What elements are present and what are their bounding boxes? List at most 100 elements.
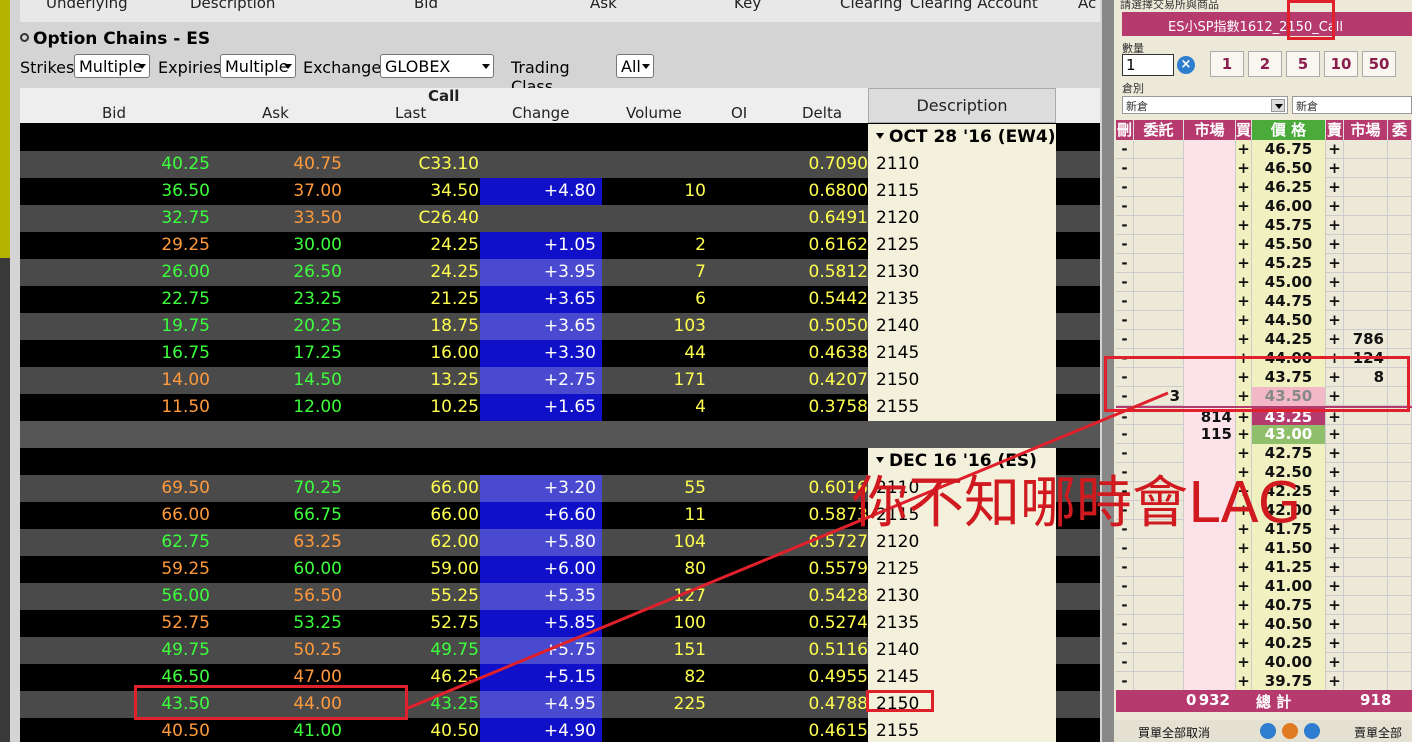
- price-cell[interactable]: 41.50: [1252, 539, 1326, 558]
- price-cell[interactable]: 40.75: [1252, 596, 1326, 615]
- delete-button[interactable]: -: [1116, 330, 1134, 349]
- ladder-row[interactable]: - +39.75 +: [1116, 672, 1412, 691]
- ladder-row[interactable]: - +40.50 +: [1116, 615, 1412, 634]
- strike-cell[interactable]: 2115: [868, 178, 1056, 205]
- top-column-header[interactable]: Underlying: [46, 0, 128, 12]
- strike-cell[interactable]: 2140: [868, 313, 1056, 340]
- sell-button[interactable]: +: [1326, 178, 1344, 197]
- ladder-row[interactable]: - +40.75 +: [1116, 596, 1412, 615]
- cancel-sell-all-button[interactable]: 賣單全部: [1354, 724, 1402, 741]
- sell-order-cell[interactable]: [1388, 159, 1412, 178]
- volume-header[interactable]: Volume: [626, 104, 682, 122]
- sell-order-cell[interactable]: [1388, 178, 1412, 197]
- buy-button[interactable]: +: [1236, 539, 1252, 558]
- delete-button[interactable]: -: [1116, 311, 1134, 330]
- sell-button[interactable]: +: [1326, 425, 1344, 444]
- ladder-row[interactable]: - +46.50 +: [1116, 159, 1412, 178]
- ladder-row[interactable]: - +46.75 +: [1116, 140, 1412, 159]
- option-chains-title[interactable]: Option Chains - ES: [20, 29, 210, 49]
- sell-order-cell[interactable]: [1388, 216, 1412, 235]
- strike-cell[interactable]: 2145: [868, 664, 1056, 691]
- sell-order-cell[interactable]: [1388, 615, 1412, 634]
- price-cell[interactable]: 41.25: [1252, 558, 1326, 577]
- table-row[interactable]: 16.75 17.25 16.00 +3.30 44 0.4638: [20, 340, 868, 367]
- table-row[interactable]: 40.50 41.00 40.50 +4.90 0.4615: [20, 718, 868, 742]
- buy-order-cell[interactable]: [1134, 330, 1184, 349]
- category-select[interactable]: 新倉: [1122, 96, 1288, 114]
- price-cell[interactable]: 40.25: [1252, 634, 1326, 653]
- ladder-row[interactable]: - +41.00 +: [1116, 577, 1412, 596]
- ladder-row[interactable]: - +44.75 +: [1116, 292, 1412, 311]
- sell-button[interactable]: +: [1326, 273, 1344, 292]
- strikes-select[interactable]: Multiple: [74, 54, 150, 78]
- buy-button[interactable]: +: [1236, 216, 1252, 235]
- buy-order-cell[interactable]: [1134, 539, 1184, 558]
- sell-button[interactable]: +: [1326, 558, 1344, 577]
- sell-button[interactable]: +: [1326, 330, 1344, 349]
- ladder-row[interactable]: - +40.25 +: [1116, 634, 1412, 653]
- sell-order-cell[interactable]: [1388, 197, 1412, 216]
- ladder-row[interactable]: - +45.50 +: [1116, 235, 1412, 254]
- sell-button[interactable]: +: [1326, 463, 1344, 482]
- table-row[interactable]: 26.00 26.50 24.25 +3.95 7 0.5812: [20, 259, 868, 286]
- sell-button[interactable]: +: [1326, 311, 1344, 330]
- collapse-icon[interactable]: [20, 33, 29, 42]
- ladder-row[interactable]: - +41.50 +: [1116, 539, 1412, 558]
- table-row[interactable]: 32.75 33.50 C26.40 0.6491: [20, 205, 868, 232]
- sell-order-cell[interactable]: [1388, 520, 1412, 539]
- sell-order-cell[interactable]: [1388, 273, 1412, 292]
- sell-order-cell[interactable]: [1388, 672, 1412, 691]
- price-cell[interactable]: 41.00: [1252, 577, 1326, 596]
- price-cell[interactable]: 45.75: [1252, 216, 1326, 235]
- sell-order-cell[interactable]: [1388, 501, 1412, 520]
- buy-button[interactable]: +: [1236, 330, 1252, 349]
- price-cell[interactable]: 46.25: [1252, 178, 1326, 197]
- qty-button-5[interactable]: 5: [1286, 51, 1320, 77]
- delete-button[interactable]: -: [1116, 425, 1134, 444]
- trading-class-select[interactable]: All: [616, 54, 654, 78]
- buy-order-cell[interactable]: [1134, 558, 1184, 577]
- table-row[interactable]: 40.25 40.75 C33.10 0.7090: [20, 151, 868, 178]
- delete-button[interactable]: -: [1116, 254, 1134, 273]
- buy-order-cell[interactable]: [1134, 216, 1184, 235]
- strike-cell[interactable]: 2125: [868, 232, 1056, 259]
- buy-order-cell[interactable]: [1134, 425, 1184, 444]
- sell-button[interactable]: +: [1326, 539, 1344, 558]
- ladder-row[interactable]: - +45.25 +: [1116, 254, 1412, 273]
- buy-button[interactable]: +: [1236, 311, 1252, 330]
- sell-order-cell[interactable]: [1388, 596, 1412, 615]
- delete-button[interactable]: -: [1116, 273, 1134, 292]
- price-cell[interactable]: 46.75: [1252, 140, 1326, 159]
- buy-button[interactable]: +: [1236, 577, 1252, 596]
- buy-order-cell[interactable]: [1134, 273, 1184, 292]
- buy-button[interactable]: +: [1236, 596, 1252, 615]
- ladder-row[interactable]: - +44.25 +786: [1116, 330, 1412, 349]
- delete-button[interactable]: -: [1116, 634, 1134, 653]
- strike-cell[interactable]: 2135: [868, 286, 1056, 313]
- delete-button[interactable]: -: [1116, 577, 1134, 596]
- expiry-group-label[interactable]: OCT 28 '16 (EW4): [868, 124, 1056, 151]
- buy-button[interactable]: +: [1236, 558, 1252, 577]
- price-cell[interactable]: 46.50: [1252, 159, 1326, 178]
- ladder-row[interactable]: - +41.25 +: [1116, 558, 1412, 577]
- buy-button[interactable]: +: [1236, 159, 1252, 178]
- sell-button[interactable]: +: [1326, 140, 1344, 159]
- price-cell[interactable]: 43.00: [1252, 425, 1326, 444]
- sell-order-cell[interactable]: [1388, 634, 1412, 653]
- price-cell[interactable]: 40.00: [1252, 653, 1326, 672]
- table-row[interactable]: 14.00 14.50 13.25 +2.75 171 0.4207: [20, 367, 868, 394]
- ladder-row[interactable]: -115 +43.00 +: [1116, 425, 1412, 444]
- table-row[interactable]: 11.50 12.00 10.25 +1.65 4 0.3758: [20, 394, 868, 421]
- delete-button[interactable]: -: [1116, 653, 1134, 672]
- top-column-header[interactable]: Key: [734, 0, 761, 12]
- change-header[interactable]: Change: [512, 104, 569, 122]
- buy-order-cell[interactable]: [1134, 596, 1184, 615]
- sell-order-cell[interactable]: [1388, 140, 1412, 159]
- delete-button[interactable]: -: [1116, 672, 1134, 691]
- buy-order-cell[interactable]: [1134, 653, 1184, 672]
- price-cell[interactable]: 44.50: [1252, 311, 1326, 330]
- price-cell[interactable]: 45.50: [1252, 235, 1326, 254]
- buy-button[interactable]: +: [1236, 273, 1252, 292]
- price-cell[interactable]: 40.50: [1252, 615, 1326, 634]
- sell-button[interactable]: +: [1326, 197, 1344, 216]
